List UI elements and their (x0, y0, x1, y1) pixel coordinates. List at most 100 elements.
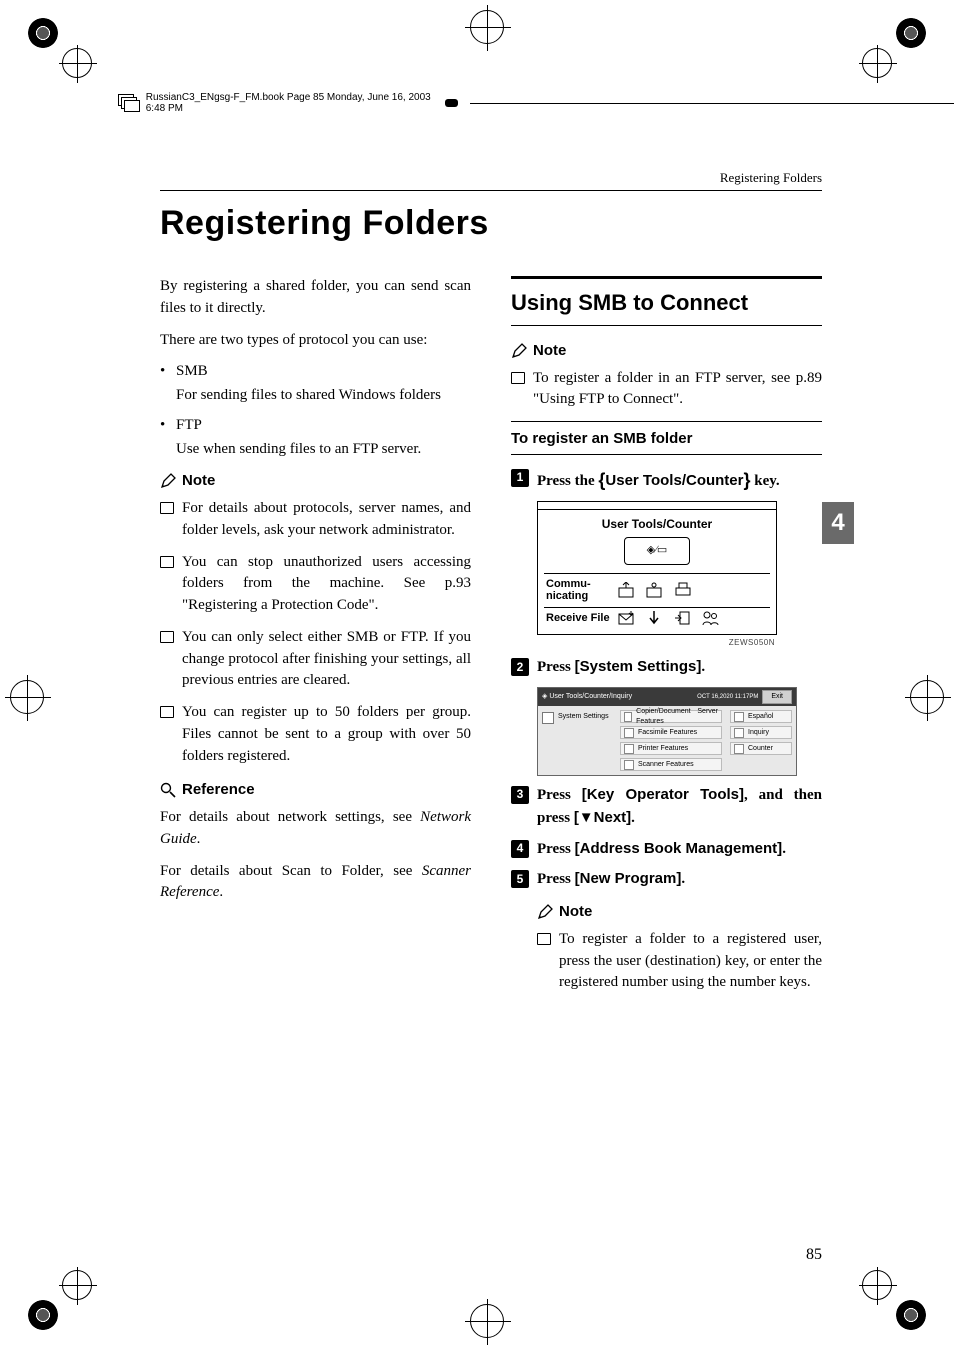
step-number-icon: 2 (511, 658, 529, 676)
h2-rule-bottom (511, 325, 822, 326)
screenshot-date: OCT 16,2020 11:17PM (697, 693, 758, 702)
pencil-icon (160, 473, 176, 489)
book-header-text: RussianC3_ENgsg-F_FM.book Page 85 Monday… (146, 92, 437, 114)
step-2: 2 Press [System Settings]. (511, 656, 822, 679)
protocol-item-smb: SMB For sending files to shared Windows … (160, 361, 471, 407)
chapter-tab: 4 (822, 502, 854, 544)
note-item: You can only select either SMB or FTP. I… (160, 627, 471, 692)
note-item: To register a folder to a registered use… (537, 929, 822, 994)
menu-item: Scanner Features (620, 758, 722, 771)
crop-mark-left (10, 680, 44, 714)
reference-heading: Reference (160, 779, 471, 801)
exit-button: Exit (762, 690, 792, 704)
note-heading: Note (537, 901, 822, 923)
reference-heading-text: Reference (182, 779, 255, 801)
step-number-icon: 5 (511, 870, 529, 888)
settings-icon (542, 712, 554, 724)
crop-mark-br (870, 1274, 926, 1330)
step-text: Press [Address Book Management]. (537, 838, 786, 861)
fax-icon (624, 728, 634, 738)
running-header: Registering Folders (720, 170, 822, 186)
step-1: 1 Press the {User Tools/Counter} key. (511, 467, 822, 493)
magnifier-icon (160, 782, 176, 798)
note-heading-text: Note (182, 470, 215, 492)
section-heading: Using SMB to Connect (511, 287, 822, 319)
crop-mark-tl (28, 18, 84, 74)
note-heading: Note (160, 470, 471, 492)
pages-icon (118, 94, 138, 112)
note-heading-text: Note (559, 901, 592, 923)
illustration-code: ZEWS050N (537, 637, 775, 649)
crop-mark-bottom (470, 1304, 504, 1338)
note-item: You can stop unauthorized users accessin… (160, 552, 471, 617)
copier-icon (624, 712, 632, 722)
step-number-icon: 4 (511, 840, 529, 858)
reference-para-2: For details about Scan to Folder, see Sc… (160, 861, 471, 905)
protocol-desc: For sending files to shared Windows fold… (176, 385, 471, 407)
menu-item: Printer Features (620, 742, 722, 755)
step-text: Press the {User Tools/Counter} key. (537, 467, 780, 493)
info-icon (734, 728, 744, 738)
crop-mark-bl (28, 1274, 84, 1330)
reference-para-1: For details about network settings, see … (160, 807, 471, 851)
printer-icon (624, 744, 634, 754)
system-settings-label: System Settings (558, 712, 609, 722)
protocol-name: FTP (176, 417, 202, 433)
intro-para-2: There are two types of protocol you can … (160, 330, 471, 352)
left-column: By registering a shared folder, you can … (160, 276, 471, 1228)
screenshot-header: ◈ User Tools/Counter/Inquiry (542, 692, 632, 702)
note-heading-text: Note (533, 340, 566, 362)
h3-rule-top (511, 421, 822, 422)
menu-item: Copier/Document Server Features (620, 710, 722, 723)
h3-rule-bottom (511, 454, 822, 455)
device-panel-illustration: User Tools/Counter ◈∕▭ Commu-nicating (537, 501, 777, 648)
step-text: Press [New Program]. (537, 868, 685, 891)
row-label: Commu-nicating (544, 574, 612, 606)
menu-item: Counter (730, 742, 792, 755)
protocol-item-ftp: FTP Use when sending files to an FTP ser… (160, 415, 471, 461)
step-3: 3 Press [Key Operator Tools], and then p… (511, 784, 822, 830)
document-arrow-icon (674, 610, 692, 626)
step-4: 4 Press [Address Book Management]. (511, 838, 822, 861)
user-tools-counter-key: ◈∕▭ (624, 537, 690, 565)
page-title: Registering Folders (160, 204, 489, 243)
step-number-icon: 3 (511, 786, 529, 804)
right-column: Using SMB to Connect Note To register a … (511, 276, 822, 1228)
people-icon (702, 610, 720, 626)
intro-para-1: By registering a shared folder, you can … (160, 276, 471, 320)
globe-icon (734, 712, 744, 722)
fax-out-icon (618, 582, 636, 598)
running-header-rule (160, 190, 822, 191)
note-item: For details about protocols, server name… (160, 498, 471, 542)
protocol-name: SMB (176, 363, 208, 379)
pencil-icon (511, 343, 527, 359)
step-number-icon: 1 (511, 469, 529, 487)
step-text: Press [Key Operator Tools], and then pre… (537, 784, 822, 830)
pencil-icon (537, 904, 553, 920)
scanner-icon (624, 760, 634, 770)
fax-person-icon (646, 582, 664, 598)
h2-rule-top (511, 276, 822, 279)
step-text: Press [System Settings]. (537, 656, 705, 679)
crop-mark-tr (870, 18, 926, 74)
row-label: Receive File (544, 608, 612, 628)
printer-icon (674, 582, 692, 598)
note-heading: Note (511, 340, 822, 362)
menu-item: Facsimile Features (620, 726, 722, 739)
device-title: User Tools/Counter (544, 516, 770, 533)
crop-mark-top (470, 10, 504, 44)
protocol-desc: Use when sending files to an FTP server. (176, 439, 471, 461)
step-5: 5 Press [New Program]. (511, 868, 822, 891)
page-number: 85 (806, 1246, 822, 1264)
crop-mark-right (910, 680, 944, 714)
menu-item: Español (730, 710, 792, 723)
diamond-icon: ◈∕▭ (647, 543, 668, 559)
header-connector-icon (445, 99, 458, 107)
mail-in-icon (618, 610, 636, 626)
down-arrow-icon (646, 610, 664, 626)
header-rule (470, 103, 954, 104)
system-settings-screenshot: ◈ User Tools/Counter/Inquiry OCT 16,2020… (537, 687, 797, 776)
counter-icon (734, 744, 744, 754)
note-item: To register a folder in an FTP server, s… (511, 368, 822, 412)
note-item: You can register up to 50 folders per gr… (160, 702, 471, 767)
